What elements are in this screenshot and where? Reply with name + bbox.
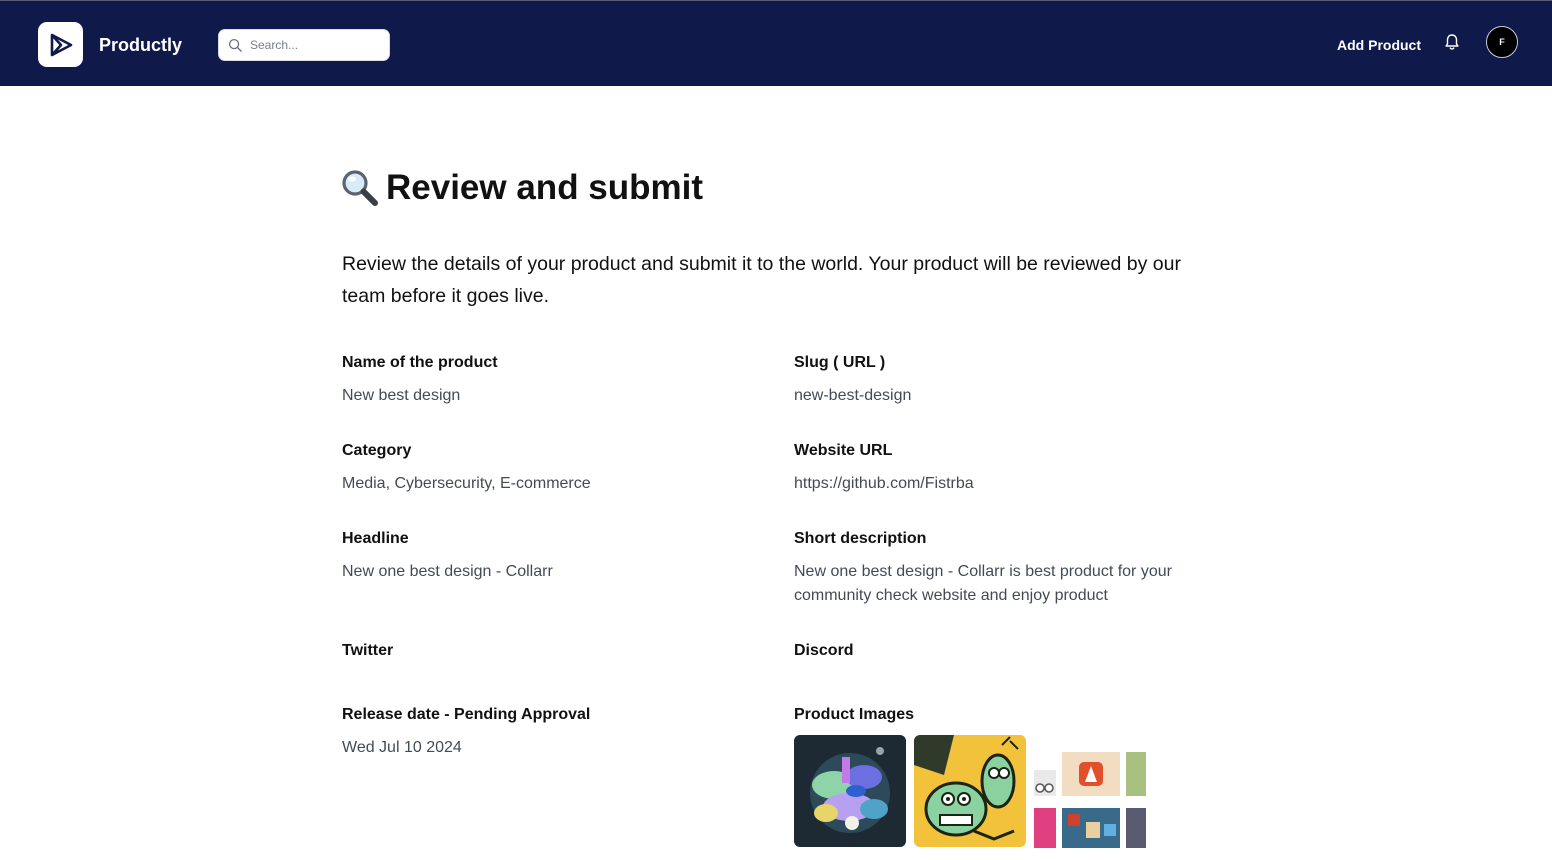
page-heading: Review and submit — [340, 165, 703, 210]
logo[interactable] — [38, 22, 83, 67]
field-value: Wed Jul 10 2024 — [342, 739, 462, 756]
field-category: Category Media, Cybersecurity, E-commerc… — [342, 440, 762, 496]
field-label: Headline — [342, 530, 409, 547]
field-website-url: Website URL https://github.com/Fistrba — [794, 440, 1214, 496]
field-value: New best design — [342, 387, 461, 404]
top-navbar: Productly Add Product F — [0, 0, 1552, 86]
field-value: New one best design - Collarr is best pr… — [794, 563, 1172, 604]
field-headline: Headline New one best design - Collarr — [342, 528, 762, 584]
product-images-gallery — [794, 735, 1154, 848]
page-title: Review and submit — [386, 167, 704, 207]
brand-name[interactable]: Productly — [99, 34, 182, 56]
magnifying-glass-icon — [342, 169, 378, 206]
field-value: https://github.com/Fistrba — [794, 475, 974, 492]
field-label: Release date - Pending Approval — [342, 706, 591, 723]
product-image-thumbnail[interactable] — [914, 735, 1026, 847]
field-release-date: Release date - Pending Approval Wed Jul … — [342, 704, 762, 760]
field-short-description: Short description New one best design - … — [794, 528, 1204, 608]
user-avatar[interactable]: F — [1486, 26, 1518, 58]
field-label: Discord — [794, 642, 854, 659]
field-label: Website URL — [794, 442, 893, 459]
field-value: new-best-design — [794, 387, 912, 404]
avatar-initial: F — [1499, 37, 1505, 47]
field-label: Twitter — [342, 642, 394, 659]
field-slug: Slug ( URL ) new-best-design — [794, 352, 1214, 408]
field-label: Name of the product — [342, 354, 498, 371]
search-box[interactable] — [218, 29, 390, 61]
field-twitter: Twitter — [342, 640, 762, 672]
field-value: Media, Cybersecurity, E-commerce — [342, 475, 591, 492]
product-image-thumbnail[interactable] — [794, 735, 906, 847]
play-logo-icon — [50, 33, 72, 56]
add-product-link[interactable]: Add Product — [1337, 36, 1421, 54]
bell-icon[interactable] — [1442, 32, 1462, 52]
field-label: Short description — [794, 530, 927, 547]
field-label: Category — [342, 442, 412, 459]
field-discord: Discord — [794, 640, 1214, 672]
field-product-name: Name of the product New best design — [342, 352, 762, 408]
field-product-images: Product Images — [794, 704, 1214, 726]
page-intro: Review the details of your product and s… — [342, 253, 1181, 307]
search-icon — [228, 38, 242, 52]
field-label: Product Images — [794, 706, 915, 723]
search-input[interactable] — [250, 35, 382, 55]
product-image-thumbnail[interactable] — [1034, 752, 1146, 848]
field-label: Slug ( URL ) — [794, 354, 886, 371]
field-value: New one best design - Collarr — [342, 563, 553, 580]
